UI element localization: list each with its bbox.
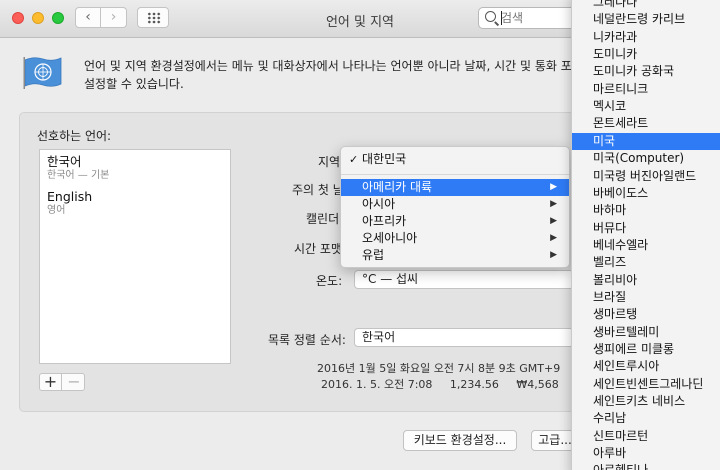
preferred-languages-list[interactable]: 한국어 한국어 — 기본 English 영어 [39, 149, 231, 364]
country-item[interactable]: 바베이도스 [572, 185, 720, 202]
country-item[interactable]: 생마르탱 [572, 306, 720, 323]
country-item[interactable]: 브라질 [572, 289, 720, 306]
time-format-label: 시간 포맷 [294, 242, 342, 256]
intro-text: 언어 및 지역 환경설정에서는 메뉴 및 대화상자에서 나타나는 언어뿐 아니라… [84, 57, 574, 93]
sort-order-label: 목록 정렬 순서: [268, 333, 346, 347]
region-menu: ✓ 대한민국 아메리카 대륙 ▶ 아시아 ▶ 아프리카 ▶ 오세아니아 ▶ 유럽… [340, 146, 570, 268]
country-item[interactable]: 니카라과 [572, 29, 720, 46]
country-item[interactable]: 몬트세라트 [572, 115, 720, 132]
country-item[interactable]: 멕시코 [572, 98, 720, 115]
search-input[interactable] [501, 10, 575, 26]
keyboard-preferences-button[interactable]: 키보드 환경설정... [403, 430, 517, 451]
first-day-label: 주의 첫 날 [292, 183, 344, 197]
language-name: English [47, 189, 93, 204]
country-item[interactable]: 아루바 [572, 445, 720, 462]
menu-item-label: 유럽 [362, 248, 385, 262]
country-item[interactable]: 마르티니크 [572, 81, 720, 98]
language-name: 한국어 [47, 154, 82, 169]
add-remove-control: + − [39, 373, 85, 391]
add-language-button[interactable]: + [40, 373, 62, 391]
menu-item-europe[interactable]: 유럽 ▶ [341, 247, 569, 264]
country-item[interactable]: 네덜란드령 카리브 [572, 11, 720, 28]
country-item[interactable]: 버뮤다 [572, 220, 720, 237]
menu-item-korea[interactable]: ✓ 대한민국 [341, 151, 569, 168]
menu-item-label: 아프리카 [362, 214, 407, 228]
menu-item-label: 아메리카 대륙 [362, 180, 433, 194]
country-item[interactable]: 미국(Computer) [572, 150, 720, 167]
region-label: 지역 [318, 155, 341, 169]
menu-item-americas[interactable]: 아메리카 대륙 ▶ [341, 179, 569, 196]
preferred-languages-label: 선호하는 언어: [37, 129, 112, 143]
submenu-arrow-icon: ▶ [550, 182, 557, 192]
country-item[interactable]: 생피에르 미클롱 [572, 341, 720, 358]
country-item[interactable]: 미국령 버진아일랜드 [572, 168, 720, 185]
checkmark-icon: ✓ [349, 153, 359, 166]
country-item[interactable]: 바하마 [572, 202, 720, 219]
flag-icon [23, 57, 62, 89]
calendar-label: 캘린더 [306, 212, 340, 226]
menu-separator [341, 174, 569, 175]
country-item[interactable]: 신트마르턴 [572, 428, 720, 445]
temperature-label: 온도: [316, 274, 343, 288]
menu-item-oceania[interactable]: 오세아니아 ▶ [341, 230, 569, 247]
intro-line-1: 언어 및 지역 환경설정에서는 메뉴 및 대화상자에서 나타나는 언어뿐 아니라… [84, 59, 574, 73]
country-submenu: 그레나다 네덜란드령 카리브 니카라과 도미니카 도미니카 공화국 마르티니크 멕시코 몬트세… [571, 0, 720, 470]
country-item[interactable]: 수리남 [572, 410, 720, 427]
country-item[interactable]: 볼리비아 [572, 272, 720, 289]
sort-order-select[interactable]: 한국어 [354, 328, 574, 347]
menu-item-label: 오세아니아 [362, 231, 418, 245]
search-field[interactable] [478, 7, 578, 29]
search-icon [485, 11, 496, 22]
temperature-select[interactable]: °C — 섭씨 [354, 270, 574, 289]
menu-item-asia[interactable]: 아시아 ▶ [341, 196, 569, 213]
language-item-korean[interactable]: 한국어 한국어 — 기본 [40, 150, 230, 185]
menu-item-label: 아시아 [362, 197, 396, 211]
country-item[interactable]: 도미니카 [572, 46, 720, 63]
submenu-arrow-icon: ▶ [550, 199, 557, 209]
language-subtitle: 한국어 — 기본 [47, 170, 110, 181]
country-item[interactable]: 도미니카 공화국 [572, 63, 720, 80]
date-format-preview: 2016년 1월 5일 화요일 오전 7시 8분 9초 GMT+9 [317, 362, 561, 375]
number-format-preview: 2016. 1. 5. 오전 7:08 1,234.56 ₩4,568 [321, 378, 559, 391]
country-item[interactable]: 세인트키츠 네비스 [572, 393, 720, 410]
country-item[interactable]: 미국 [572, 132, 720, 150]
country-item[interactable]: 베네수엘라 [572, 237, 720, 254]
country-item[interactable]: 그레나다 [572, 0, 720, 11]
country-item[interactable]: 세인트빈센트그레나딘 [572, 376, 720, 393]
country-item[interactable]: 세인트루시아 [572, 358, 720, 375]
intro-line-2: 설정할 수 있습니다. [84, 77, 184, 91]
menu-item-label: 대한민국 [362, 152, 407, 166]
country-item[interactable]: 아르헨티나 [572, 462, 720, 470]
language-subtitle: 영어 [47, 205, 66, 216]
remove-language-button[interactable]: − [63, 373, 85, 391]
country-item[interactable]: 벨리즈 [572, 254, 720, 271]
submenu-arrow-icon: ▶ [550, 216, 557, 226]
language-item-english[interactable]: English 영어 [40, 185, 230, 220]
submenu-arrow-icon: ▶ [550, 233, 557, 243]
country-item[interactable]: 생바르텔레미 [572, 324, 720, 341]
submenu-arrow-icon: ▶ [550, 250, 557, 260]
menu-item-africa[interactable]: 아프리카 ▶ [341, 213, 569, 230]
